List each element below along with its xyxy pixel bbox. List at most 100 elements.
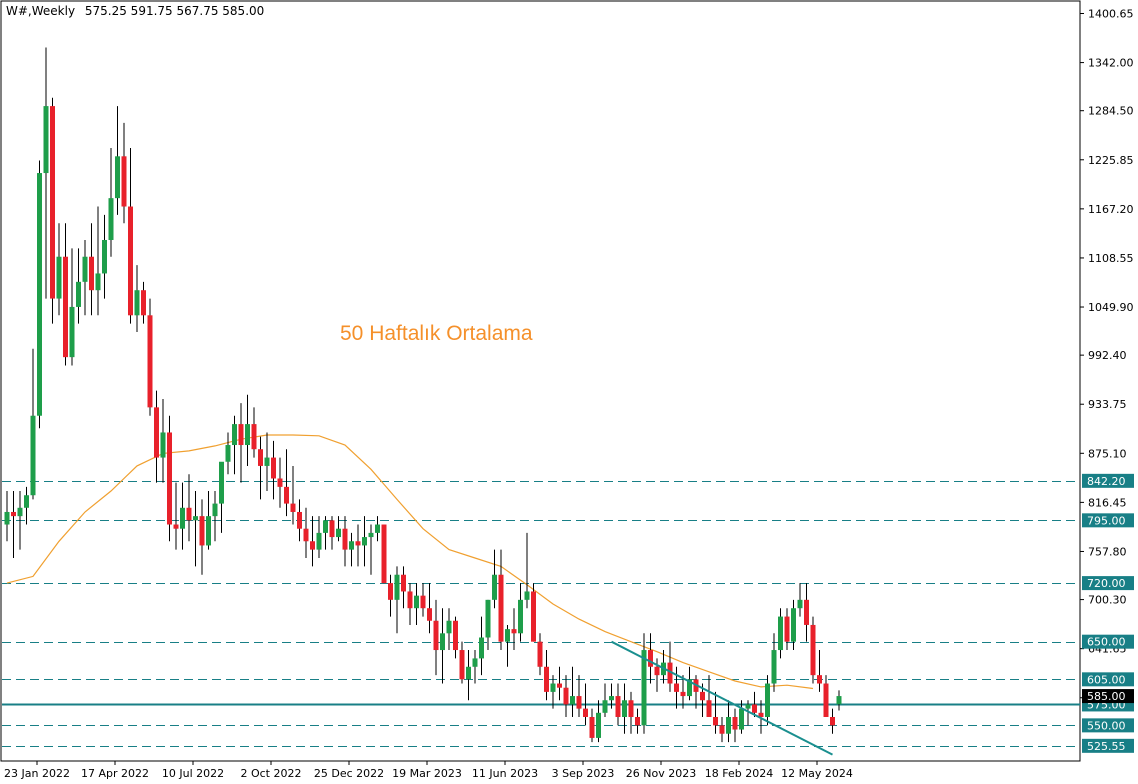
candle-down xyxy=(251,424,257,450)
candle-down xyxy=(238,424,244,446)
candle-up xyxy=(641,650,647,726)
candle-down xyxy=(173,524,179,529)
x-tick-label: 10 Jul 2022 xyxy=(162,767,224,780)
candle-up xyxy=(316,532,322,550)
candle-up xyxy=(362,537,367,546)
candle-down xyxy=(89,256,94,291)
candle-up xyxy=(349,541,354,550)
candle-down xyxy=(50,106,55,299)
candle-down xyxy=(128,206,133,316)
candle-down xyxy=(706,700,712,717)
candle-down xyxy=(804,599,809,625)
candle-down xyxy=(557,683,562,688)
candle-up xyxy=(95,273,101,291)
candle-up xyxy=(745,704,751,709)
ma-annotation: 50 Haftalık Ortalama xyxy=(340,322,533,345)
candle-up xyxy=(336,528,341,538)
level-tag-label: 605.00 xyxy=(1087,673,1126,686)
candle-up xyxy=(836,696,842,705)
candle-up xyxy=(394,574,400,600)
candle-up xyxy=(368,532,374,538)
candle-down xyxy=(817,675,822,684)
x-tick-label: 23 Jan 2022 xyxy=(4,767,70,780)
candle-down xyxy=(433,620,439,651)
candle-up xyxy=(440,633,445,651)
candle-up xyxy=(550,683,556,692)
candle-up xyxy=(375,524,380,533)
y-tick-label: 1049.90 xyxy=(1088,301,1134,314)
candle-up xyxy=(570,696,575,705)
x-tick-label: 2 Oct 2022 xyxy=(240,767,301,780)
candle-up xyxy=(485,599,491,638)
candle-down xyxy=(628,700,634,717)
level-tag-label: 550.00 xyxy=(1087,719,1126,732)
candle-down xyxy=(342,528,348,550)
candle-down xyxy=(303,528,309,542)
candle-down xyxy=(11,511,16,517)
candle-down xyxy=(830,716,835,726)
x-tick-label: 11 Jun 2023 xyxy=(472,767,538,780)
y-tick-label: 1342.00 xyxy=(1088,57,1134,70)
candle-down xyxy=(420,595,426,609)
candle-up xyxy=(492,574,497,600)
candle-up xyxy=(76,281,81,307)
y-tick-label: 700.30 xyxy=(1088,594,1127,607)
candle-up xyxy=(596,712,601,738)
candle-down xyxy=(121,156,127,207)
candle-down xyxy=(297,511,302,529)
candle-down xyxy=(310,541,315,550)
candle-down xyxy=(401,574,406,592)
candle-up xyxy=(472,658,478,667)
candle-down xyxy=(498,574,504,642)
candle-up xyxy=(771,650,777,684)
candle-down xyxy=(355,541,361,546)
level-tag-label: 842.20 xyxy=(1087,475,1126,488)
price-chart[interactable]: 1400.65 1342.00 1284.50 1225.85 1167.20 1108.… xyxy=(0,0,1138,784)
candle-up xyxy=(518,599,523,634)
candle-down xyxy=(531,591,536,642)
level-tag-label: 720.00 xyxy=(1087,577,1126,590)
candle-up xyxy=(4,511,10,525)
candle-up xyxy=(37,173,42,416)
y-tick-label: 933.75 xyxy=(1088,398,1127,411)
candle-up xyxy=(102,239,107,274)
x-tick-label: 25 Dec 2022 xyxy=(314,767,384,780)
y-tick-label: 1167.20 xyxy=(1088,203,1134,216)
candle-up xyxy=(264,457,270,466)
y-tick-label: 875.10 xyxy=(1088,447,1127,460)
candle-up xyxy=(524,591,530,600)
current-price-label: 585.00 xyxy=(1087,690,1126,703)
x-tick-label: 12 May 2024 xyxy=(781,767,853,780)
y-tick-label: 1400.65 xyxy=(1088,7,1134,20)
candle-up xyxy=(17,507,23,517)
candle-down xyxy=(154,407,159,458)
candle-up xyxy=(30,415,36,496)
candle-down xyxy=(700,691,705,701)
candle-up xyxy=(56,256,62,299)
candle-down xyxy=(284,486,289,504)
candle-down xyxy=(589,716,595,738)
candle-up xyxy=(232,424,237,446)
level-tag-label: 525.55 xyxy=(1087,740,1126,753)
candle-down xyxy=(258,449,263,466)
candle-up xyxy=(134,290,140,316)
candle-up xyxy=(43,106,49,174)
candle-up xyxy=(602,700,608,713)
candle-up xyxy=(24,495,29,508)
candle-up xyxy=(765,683,770,717)
candle-down xyxy=(674,683,679,692)
candle-up xyxy=(414,595,419,609)
candle-up xyxy=(69,306,75,358)
y-tick-label: 1108.55 xyxy=(1088,252,1134,265)
x-tick-label: 19 Mar 2023 xyxy=(392,767,462,780)
candle-down xyxy=(277,478,283,487)
candle-down xyxy=(823,683,829,717)
y-tick-label: 992.40 xyxy=(1088,349,1127,362)
candle-down xyxy=(784,616,790,642)
candle-down xyxy=(141,290,146,316)
y-tick-label: 816.45 xyxy=(1088,496,1127,509)
y-tick-label: 757.80 xyxy=(1088,545,1127,558)
candle-up xyxy=(206,516,211,546)
candle-down xyxy=(583,708,588,717)
candle-down xyxy=(544,666,549,692)
